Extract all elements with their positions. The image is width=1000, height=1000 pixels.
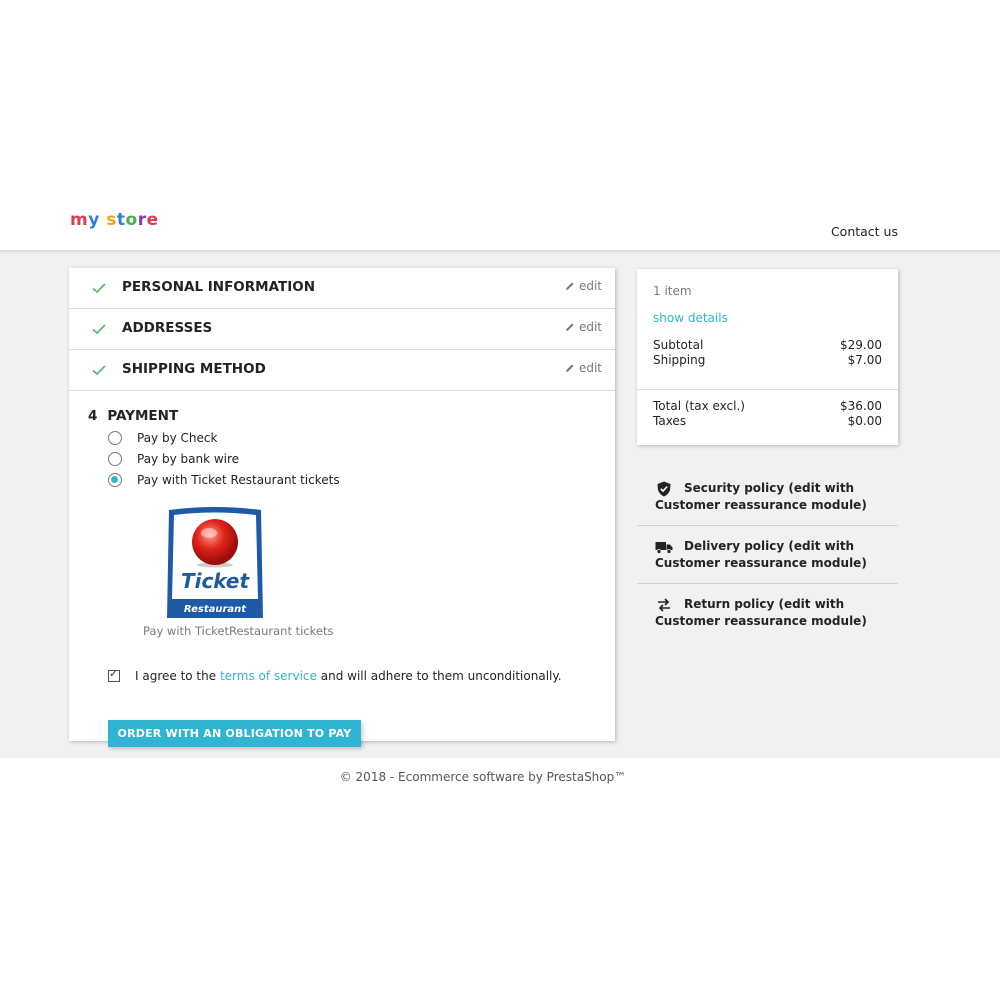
payment-option-check[interactable]: Pay by Check xyxy=(108,431,217,445)
checkmark-icon xyxy=(92,324,106,335)
pencil-icon xyxy=(565,282,574,290)
reassurance-return: Return policy (edit with Customer reassur… xyxy=(655,597,867,628)
step-personal-information[interactable]: PERSONAL INFORMATION edit xyxy=(69,268,615,309)
total-row: Total (tax excl.) $36.00 xyxy=(653,399,882,413)
payment-logo-caption: Pay with TicketRestaurant tickets xyxy=(143,624,334,638)
checkout-panel: PERSONAL INFORMATION edit ADDRESSES edit xyxy=(69,268,615,747)
payment-step-heading: 4 PAYMENT xyxy=(88,408,179,424)
step-title: SHIPPING METHOD xyxy=(122,361,266,377)
edit-link[interactable]: edit xyxy=(565,320,602,334)
ticket-restaurant-logo: Ticket Restaurant xyxy=(167,507,263,618)
terms-of-service-link[interactable]: terms of service xyxy=(220,669,317,683)
svg-text:Restaurant: Restaurant xyxy=(184,604,247,615)
radio-button[interactable] xyxy=(108,431,122,445)
reassurance-delivery: Delivery policy (edit with Customer reass… xyxy=(637,538,898,584)
main-content: PERSONAL INFORMATION edit ADDRESSES edit xyxy=(0,250,1000,758)
site-footer: © 2018 - Ecommerce software by PrestaSho… xyxy=(0,758,1000,808)
copyright-text[interactable]: © 2018 - Ecommerce software by PrestaSho… xyxy=(0,770,1000,784)
radio-button[interactable] xyxy=(108,452,122,466)
svg-text:Ticket: Ticket xyxy=(181,569,251,593)
shipping-row: Shipping $7.00 xyxy=(653,353,882,367)
checkmark-icon xyxy=(92,283,106,294)
terms-agreement: I agree to the terms of service and will… xyxy=(108,667,562,683)
terms-checkbox[interactable] xyxy=(108,667,120,682)
step-shipping-method[interactable]: SHIPPING METHOD edit xyxy=(69,350,615,391)
pencil-icon xyxy=(565,323,574,331)
store-logo[interactable]: my store xyxy=(70,210,159,230)
cart-summary: 1 item show details Subtotal $29.00 Shipp… xyxy=(637,269,898,445)
payment-option-ticket-restaurant[interactable]: Pay with Ticket Restaurant tickets xyxy=(108,473,340,487)
pencil-icon xyxy=(565,364,574,372)
taxes-row: Taxes $0.00 xyxy=(653,414,882,428)
order-button[interactable]: ORDER WITH AN OBLIGATION TO PAY xyxy=(108,720,361,747)
summary-divider xyxy=(637,389,898,390)
checkmark-icon xyxy=(92,365,106,376)
site-header: my store Contact us xyxy=(0,0,1000,250)
items-count: 1 item xyxy=(653,284,692,298)
truck-icon xyxy=(655,542,673,554)
shield-icon xyxy=(657,481,671,497)
show-details-link[interactable]: show details xyxy=(653,311,728,325)
exchange-icon xyxy=(658,598,670,612)
payment-option-bank-wire[interactable]: Pay by bank wire xyxy=(108,452,239,466)
edit-link[interactable]: edit xyxy=(565,361,602,375)
radio-button-selected[interactable] xyxy=(108,473,122,487)
edit-link[interactable]: edit xyxy=(565,279,602,293)
subtotal-row: Subtotal $29.00 xyxy=(653,338,882,352)
step-addresses[interactable]: ADDRESSES edit xyxy=(69,309,615,350)
step-title: ADDRESSES xyxy=(122,320,213,336)
contact-us-link[interactable]: Contact us xyxy=(831,224,898,239)
reassurance-security: Security policy (edit with Customer reass… xyxy=(637,480,898,526)
step-title: PERSONAL INFORMATION xyxy=(122,279,316,295)
